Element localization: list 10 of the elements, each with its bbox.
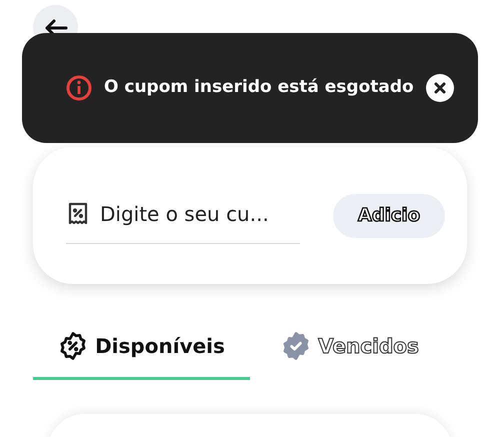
close-button[interactable]: [426, 74, 454, 102]
tab[interactable]: Disponíveis: [33, 314, 250, 380]
coupon-icon: [66, 201, 90, 227]
toast-message: O cupom inserido está esgotado: [104, 76, 414, 100]
check-badge-icon: [281, 330, 312, 360]
discount-badge-icon: [58, 330, 88, 360]
coupon-input-field[interactable]: Digite o seu cu...: [100, 199, 290, 229]
alert-icon: [66, 75, 92, 101]
close-icon: [434, 82, 446, 94]
tab[interactable]: Vencidos: [250, 314, 450, 380]
